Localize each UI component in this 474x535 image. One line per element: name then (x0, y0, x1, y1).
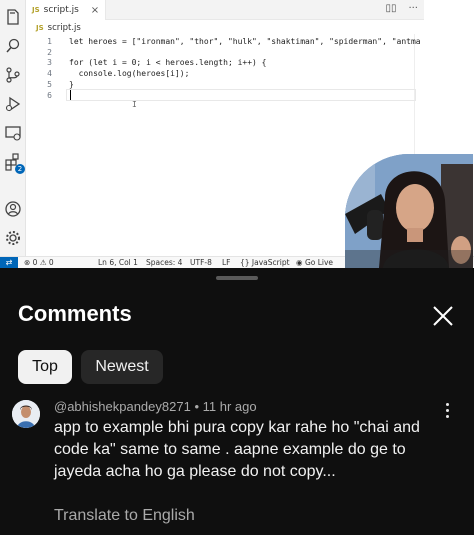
code-text: for (let i = 0; i < heroes.length; i++) … (69, 57, 267, 67)
line-number: 1 (47, 36, 52, 46)
source-control-icon[interactable] (4, 66, 22, 84)
eol-status[interactable]: LF (222, 258, 231, 267)
line-number: 5 (47, 79, 52, 89)
comment-time: 11 hr ago (202, 399, 257, 414)
indentation-status[interactable]: Spaces: 4 (146, 258, 182, 267)
run-debug-icon[interactable] (4, 95, 22, 113)
sort-chip-newest[interactable]: Newest (81, 350, 163, 384)
current-line-highlight (66, 89, 416, 101)
code-text: console.log(heroes[i]); (69, 68, 190, 78)
js-file-icon: JS (32, 6, 40, 14)
line-number: 3 (47, 57, 52, 67)
remote-indicator-icon[interactable]: ⇄ (0, 256, 18, 268)
editor-tab-bar: JS script.js × ▯▯ ··· (26, 0, 424, 20)
drag-handle[interactable] (216, 276, 258, 280)
search-icon[interactable] (4, 37, 22, 55)
more-actions-icon[interactable]: ··· (408, 3, 418, 14)
comments-title: Comments (18, 301, 132, 326)
remote-explorer-icon[interactable] (4, 124, 22, 142)
language-mode[interactable]: {} JavaScript (240, 258, 290, 267)
breadcrumb-file[interactable]: script.js (48, 23, 81, 33)
comment-author[interactable]: @abhishekpandey8271 (54, 399, 191, 414)
comment-meta: @abhishekpandey8271 • 11 hr ago (54, 399, 257, 414)
mouse-ibeam-icon: I (132, 100, 137, 109)
comment-text: app to example bhi pura copy kar rahe ho… (54, 419, 420, 480)
settings-gear-icon[interactable] (4, 229, 22, 247)
video-player[interactable]: 2 JS script.js × ▯▯ ··· JS script.js I 1… (0, 0, 474, 268)
line-number: 6 (47, 90, 52, 100)
webcam-overlay (345, 154, 473, 268)
js-file-icon: JS (36, 24, 44, 32)
code-text: let heroes = ["ironman", "thor", "hulk",… (69, 36, 421, 46)
comments-sheet: Comments Top Newest @abhishekpandey8271 … (0, 268, 474, 535)
breadcrumb: JS script.js (36, 21, 81, 35)
problems-status[interactable]: ⊗ 0 ⚠ 0 (24, 258, 54, 267)
close-icon (433, 306, 453, 326)
cursor-position[interactable]: Ln 6, Col 1 (98, 258, 138, 267)
line-number: 4 (47, 68, 52, 78)
meta-separator: • (194, 399, 199, 414)
close-button[interactable] (428, 301, 458, 331)
go-live-label: Go Live (304, 258, 334, 267)
editor-actions: ▯▯ ··· (385, 3, 418, 14)
code-text: } (69, 79, 74, 89)
code-line: 6 (26, 89, 52, 101)
text-cursor (70, 90, 71, 100)
tab-script-js[interactable]: JS script.js × (26, 0, 106, 20)
translate-button[interactable]: Translate to English (54, 507, 195, 525)
tab-filename: script.js (43, 5, 79, 15)
extensions-badge: 2 (15, 164, 25, 174)
comment-menu-icon[interactable] (440, 400, 454, 420)
encoding-status[interactable]: UTF-8 (190, 258, 212, 267)
split-editor-icon[interactable]: ▯▯ (385, 3, 396, 14)
avatar[interactable] (12, 400, 40, 428)
explorer-icon[interactable] (4, 8, 22, 26)
vscode-activity-bar: 2 (0, 0, 26, 256)
sort-chip-top[interactable]: Top (18, 350, 72, 384)
account-icon[interactable] (4, 200, 22, 218)
go-live-button[interactable]: ◉ Go Live (296, 258, 333, 267)
tab-close-icon[interactable]: × (91, 5, 99, 16)
extensions-icon[interactable]: 2 (4, 153, 25, 174)
